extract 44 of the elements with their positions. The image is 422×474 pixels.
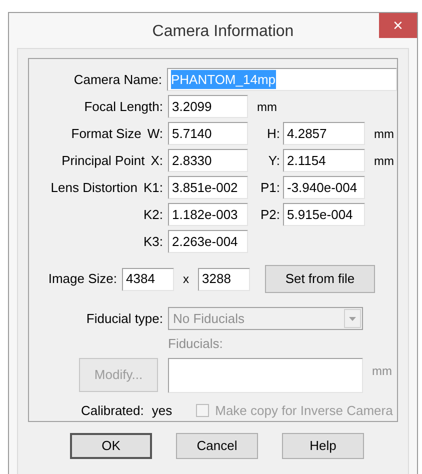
calibrated-label: Calibrated: bbox=[81, 402, 144, 420]
text-field[interactable]: 5.7140 bbox=[168, 122, 248, 145]
text-field[interactable]: 3.2099 bbox=[168, 95, 248, 118]
field-label: K3: bbox=[143, 232, 163, 251]
field-label: H: bbox=[267, 124, 280, 143]
field-label: K1: bbox=[143, 178, 163, 197]
field-label: Lens Distortion bbox=[50, 178, 138, 197]
unit-label: mm bbox=[372, 362, 392, 380]
text-field[interactable]: -3.940e-004 bbox=[283, 176, 365, 199]
field-label: Focal Length: bbox=[84, 98, 163, 116]
set-from-file-button[interactable]: Set from file bbox=[265, 265, 375, 293]
text-field[interactable]: 2.8330 bbox=[168, 149, 248, 172]
field-label: Format Size bbox=[71, 124, 142, 143]
unit-label: mm bbox=[374, 152, 394, 170]
close-button[interactable]: × bbox=[379, 13, 417, 38]
field-label: W: bbox=[147, 124, 163, 143]
field-label: X: bbox=[150, 152, 163, 170]
checkbox-label: Make copy for Inverse Camera bbox=[215, 402, 393, 420]
calibrated-value: yes bbox=[152, 402, 172, 420]
separator-label: x bbox=[183, 271, 189, 288]
text-field[interactable]: 1.182e-003 bbox=[168, 203, 248, 226]
field-label: Principal Point bbox=[62, 152, 145, 170]
field-label: Image Size: bbox=[48, 270, 117, 288]
text-field[interactable]: 5.915e-004 bbox=[283, 203, 365, 226]
field-label: K2: bbox=[143, 206, 163, 224]
text-field[interactable]: 2.1154 bbox=[283, 149, 365, 172]
unit-label: mm bbox=[374, 126, 394, 142]
fiducials-field[interactable] bbox=[168, 358, 363, 392]
field-label: P2: bbox=[260, 206, 280, 224]
dialog-button[interactable]: Help bbox=[282, 433, 364, 459]
unit-label: mm bbox=[257, 98, 277, 116]
field-label: Camera Name: bbox=[74, 70, 162, 89]
dialog-button[interactable]: OK bbox=[70, 433, 152, 459]
field-label: Y: bbox=[268, 152, 280, 170]
text-field[interactable]: 2.263e-004 bbox=[168, 230, 248, 253]
dialog-button[interactable]: Cancel bbox=[176, 433, 258, 459]
field-label: P1: bbox=[260, 178, 280, 197]
field-label: Fiducial type: bbox=[86, 310, 163, 328]
text-field[interactable]: 4.2857 bbox=[283, 122, 365, 145]
fiducials-label: Fiducials: bbox=[168, 335, 223, 353]
text-field[interactable]: 4384 bbox=[122, 268, 174, 290]
text-field[interactable]: 3.851e-002 bbox=[168, 176, 248, 199]
text-field[interactable]: 3288 bbox=[198, 268, 250, 290]
window-title: Camera Information bbox=[152, 22, 294, 42]
